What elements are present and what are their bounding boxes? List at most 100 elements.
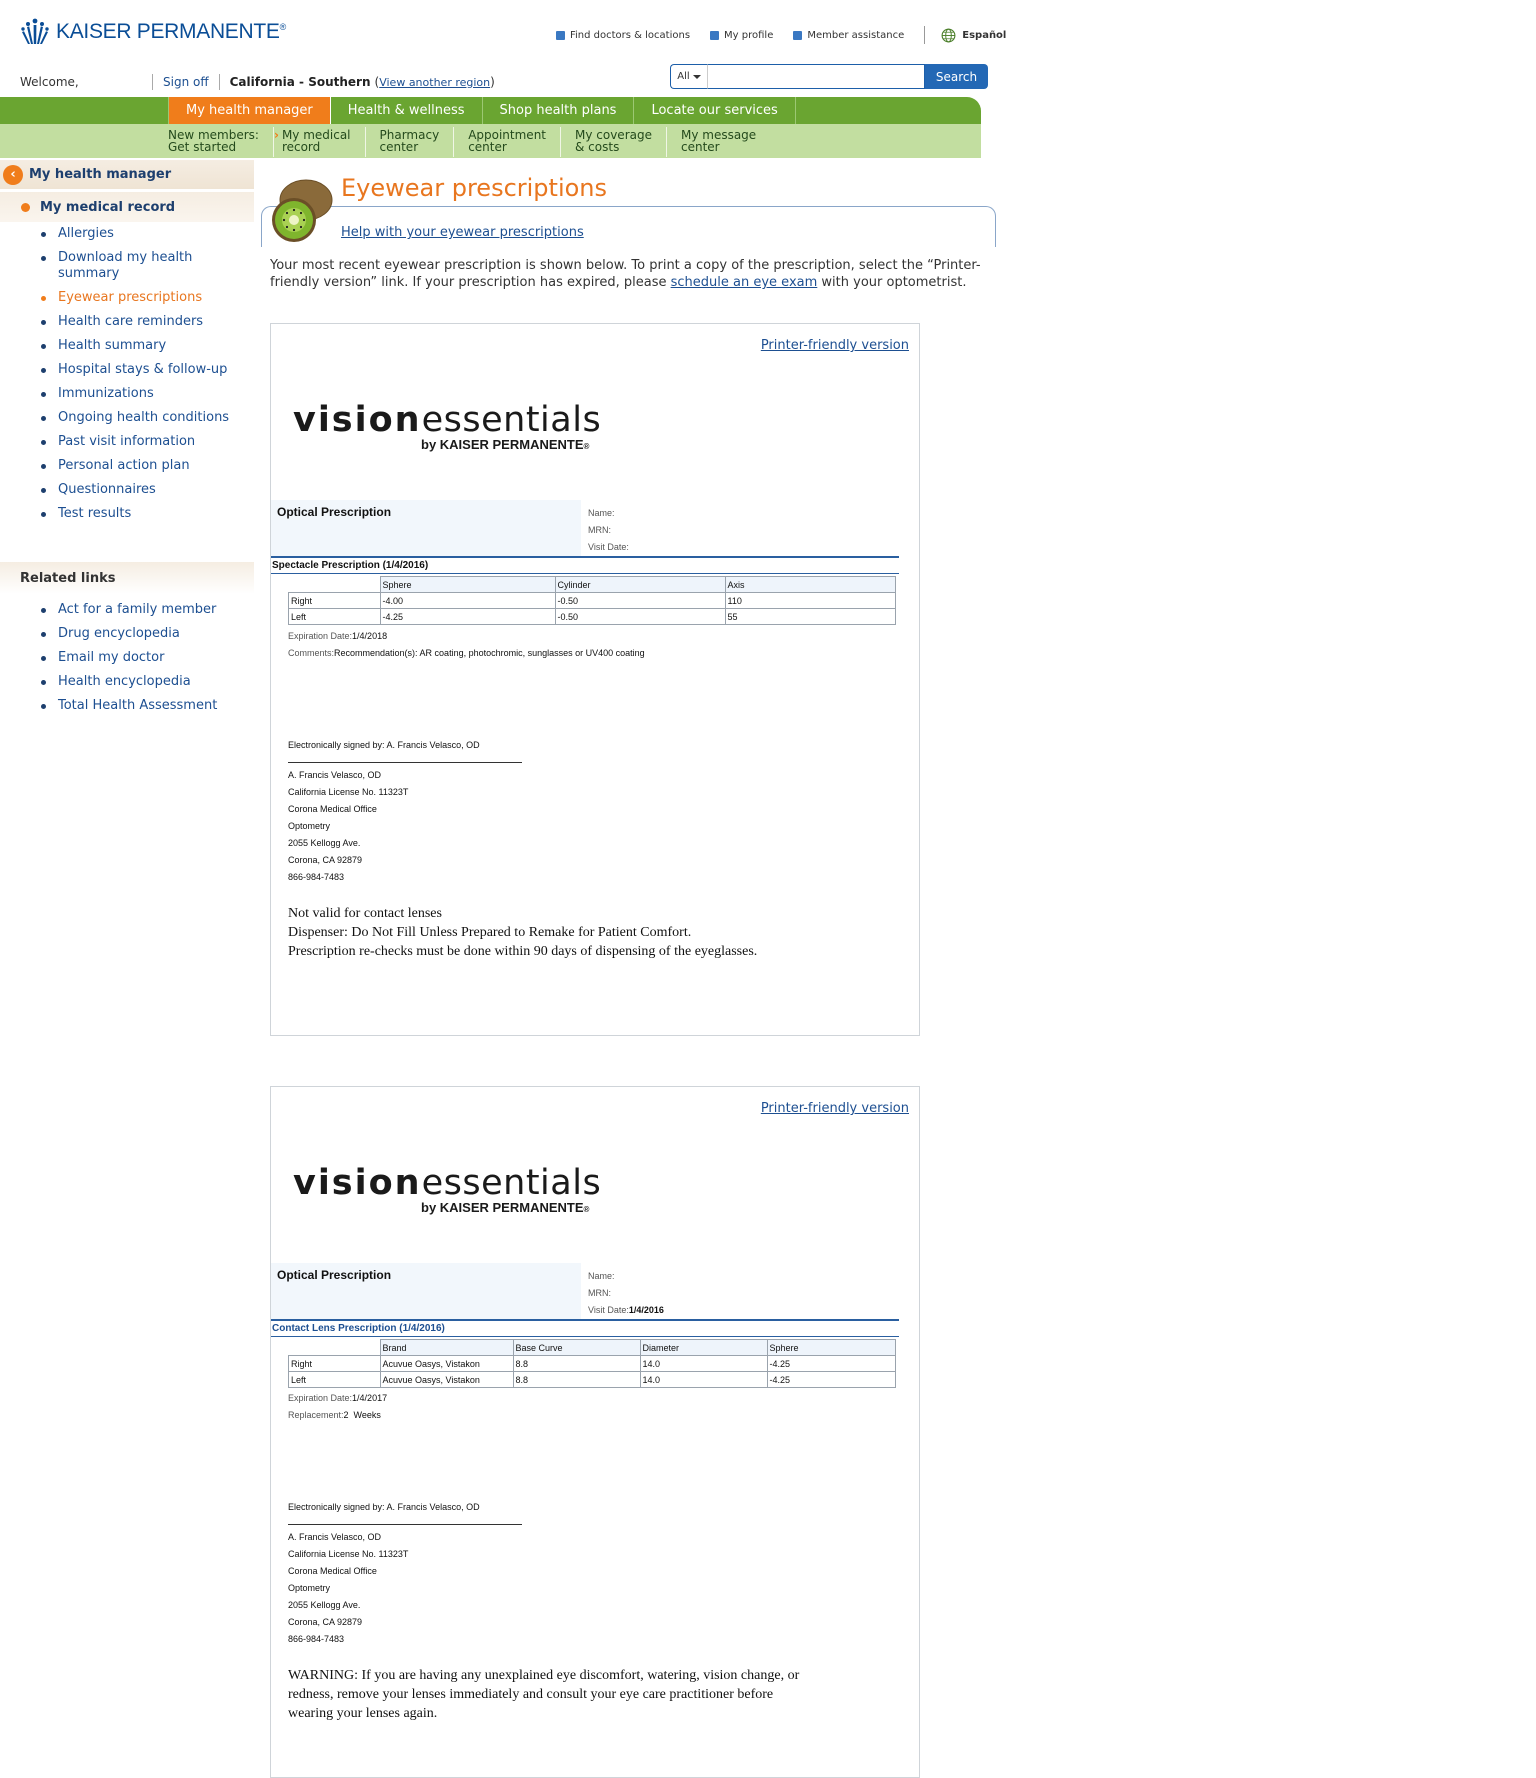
square-bullet-icon (710, 30, 720, 40)
tab-locate-services[interactable]: Locate our services (634, 97, 796, 124)
search-form: All Search (670, 64, 988, 89)
find-doctors-link[interactable]: Find doctors & locations (556, 30, 690, 41)
related-total-health-assessment[interactable]: Total Health Assessment (40, 698, 254, 714)
subnav-pharmacy-center[interactable]: Pharmacy center (380, 127, 455, 157)
chevron-left-icon: ‹ (3, 164, 23, 185)
prescription-header: Optical Prescription Name: MRN: Visit Da… (271, 1263, 899, 1319)
contact-lens-table: Brand Base Curve Diameter Sphere Right Ac… (288, 1339, 896, 1388)
related-email-doctor[interactable]: Email my doctor (40, 650, 254, 666)
square-bullet-icon (556, 30, 565, 40)
sidebar-section-medical-record[interactable]: My medical record (0, 192, 254, 222)
spectacle-table: Sphere Cylinder Axis Right -4.00 -0.50 110 … (288, 576, 896, 625)
related-family-member[interactable]: Act for a family member (40, 602, 254, 618)
signature-block: Electronically signed by: A. Francis Vel… (288, 1499, 522, 1648)
comments: Comments:Recommendation(s): AR coating, … (288, 648, 645, 658)
prescription-divider (271, 1319, 899, 1321)
expiration-date: Expiration Date:1/4/2018 (288, 631, 388, 641)
prescription-rule (271, 573, 899, 574)
kp-logo-icon (21, 18, 49, 44)
kp-logo[interactable]: KAISER PERMANENTE® (20, 18, 286, 46)
subnav-message-center[interactable]: My message center (681, 127, 770, 157)
sidebar-item-immunizations[interactable]: Immunizations (40, 386, 254, 402)
espanol-link[interactable]: Español (941, 28, 1006, 43)
tab-shop-health-plans[interactable]: Shop health plans (483, 97, 635, 124)
welcome-text: Welcome, (20, 75, 79, 89)
prescription-type: Contact Lens Prescription (1/4/2016) (272, 1323, 445, 1334)
sidebar-item-eyewear[interactable]: Eyewear prescriptions (40, 290, 254, 306)
prescription-notes: WARNING: If you are having any unexplain… (288, 1668, 800, 1721)
signature-block: Electronically signed by: A. Francis Vel… (288, 737, 522, 886)
sub-nav: New members: Get started › My medical recor… (0, 124, 981, 158)
tab-my-health-manager[interactable]: My health manager (168, 97, 331, 124)
search-scope-select[interactable]: All (670, 64, 707, 89)
sidebar-item-hospital-stays[interactable]: Hospital stays & follow-up (40, 362, 254, 378)
table-row: Left Acuvue Oasys, Vistakon 8.8 14.0 -4.25 (288, 1371, 896, 1388)
related-drug-encyclopedia[interactable]: Drug encyclopedia (40, 626, 254, 642)
page-title: Eyewear prescriptions (341, 174, 608, 202)
main-nav: My health manager Health & wellness Shop… (0, 97, 981, 124)
welcome-bar: Welcome, Sign off California - Southern … (20, 74, 495, 90)
vision-essentials-logo: visionessentials by KAISER PERMANENTE® (293, 400, 602, 452)
patient-meta: Name: MRN: Visit Date:1/4/2016 (588, 1271, 664, 1315)
sidebar-item-allergies[interactable]: Allergies (40, 226, 254, 242)
sidebar-item-action-plan[interactable]: Personal action plan (40, 458, 254, 474)
sign-off-link[interactable]: Sign off (163, 75, 209, 89)
optical-prescription-label: Optical Prescription (271, 500, 581, 556)
sidebar-item-past-visits[interactable]: Past visit information (40, 434, 254, 450)
table-row: Right -4.00 -0.50 110 (288, 592, 896, 609)
subnav-my-medical-record[interactable]: › My medical record (274, 127, 366, 157)
vision-essentials-logo: visionessentials by KAISER PERMANENTE® (293, 1163, 602, 1215)
utility-links: Find doctors & locations My profile Memb… (556, 26, 1006, 44)
signature-line (288, 1524, 522, 1525)
subnav-new-members[interactable]: New members: Get started (168, 127, 274, 157)
tab-health-wellness[interactable]: Health & wellness (331, 97, 483, 124)
caret-down-icon (692, 74, 701, 79)
prescription-card: Printer-friendly version visionessential… (270, 1086, 920, 1778)
prescription-divider (271, 556, 899, 558)
subnav-appointment-center[interactable]: Appointment center (468, 127, 561, 157)
chevron-right-icon: › (273, 128, 279, 142)
expiration-date: Expiration Date:1/4/2017 (288, 1393, 388, 1403)
sidebar-item-reminders[interactable]: Health care reminders (40, 314, 254, 330)
printer-friendly-link[interactable]: Printer-friendly version (761, 338, 909, 353)
kp-brand-text: KAISER PERMANENTE (56, 20, 280, 43)
sidebar-title[interactable]: ‹ My health manager (0, 160, 254, 189)
sidebar: ‹ My health manager My medical record Al… (0, 160, 254, 722)
related-links-title: Related links (0, 562, 254, 594)
sidebar-item-ongoing-conditions[interactable]: Ongoing health conditions (40, 410, 254, 426)
utility-divider (924, 26, 926, 44)
sidebar-item-download-summary[interactable]: Download my health summary (40, 250, 208, 282)
search-button[interactable]: Search (925, 64, 988, 89)
optical-prescription-label: Optical Prescription (271, 1263, 581, 1319)
my-profile-link[interactable]: My profile (710, 30, 773, 41)
printer-friendly-link[interactable]: Printer-friendly version (761, 1101, 909, 1116)
table-row: Right Acuvue Oasys, Vistakon 8.8 14.0 -4.25 (288, 1355, 896, 1372)
welcome-divider (218, 74, 220, 90)
sidebar-item-health-summary[interactable]: Health summary (40, 338, 254, 354)
view-another-region-link[interactable]: View another region (379, 76, 490, 89)
sidebar-item-questionnaires[interactable]: Questionnaires (40, 482, 254, 498)
region-name: California - Southern (229, 75, 371, 89)
schedule-eye-exam-link[interactable]: schedule an eye exam (671, 275, 818, 290)
table-header-row: Sphere Cylinder Axis (288, 576, 896, 593)
prescription-card: Printer-friendly version visionessential… (270, 323, 920, 1036)
region-paren-close: ) (490, 75, 495, 89)
table-row: Left -4.25 -0.50 55 (288, 608, 896, 625)
sidebar-item-test-results[interactable]: Test results (40, 506, 254, 522)
member-assistance-link[interactable]: Member assistance (793, 30, 904, 41)
help-eyewear-link[interactable]: Help with your eyewear prescriptions (341, 225, 584, 240)
search-input[interactable] (707, 64, 925, 89)
prescription-header: Optical Prescription Name: MRN: Visit Da… (271, 500, 899, 556)
prescription-type: Spectacle Prescription (1/4/2016) (272, 560, 429, 571)
kp-registered-mark: ® (279, 22, 287, 32)
prescription-notes: Not valid for contact lenses Dispenser: … (288, 906, 758, 959)
intro-text: Your most recent eyewear prescription is… (270, 258, 981, 290)
globe-icon (941, 28, 956, 42)
sidebar-list: Allergies Download my health summary Eye… (0, 222, 254, 522)
patient-meta: Name: MRN: Visit Date: (588, 508, 629, 552)
related-health-encyclopedia[interactable]: Health encyclopedia (40, 674, 254, 690)
subnav-coverage-costs[interactable]: My coverage & costs (575, 127, 667, 157)
welcome-divider (152, 74, 153, 90)
kiwi-icon (272, 179, 333, 242)
signature-line (288, 762, 522, 763)
